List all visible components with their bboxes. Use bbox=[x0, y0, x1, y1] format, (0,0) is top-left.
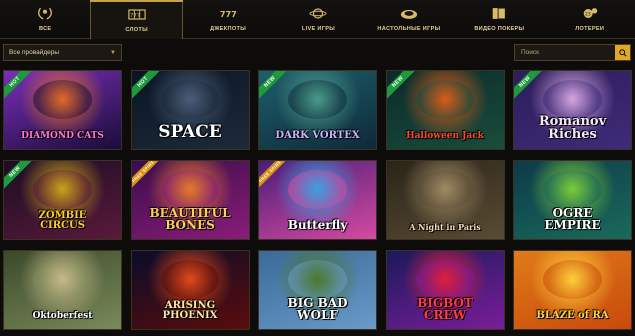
game-title: DIAMOND CATS bbox=[21, 131, 104, 141]
game-tile[interactable]: BLAZE of RA bbox=[513, 250, 632, 330]
game-artwork bbox=[543, 260, 602, 300]
game-artwork bbox=[33, 170, 92, 210]
game-artwork bbox=[543, 170, 602, 210]
game-artwork bbox=[415, 260, 475, 300]
tab-jackpot-777[interactable]: 777 ДЖЕКПОТЫ bbox=[183, 0, 273, 38]
game-title: Oktoberfest bbox=[32, 311, 93, 321]
game-artwork bbox=[288, 80, 347, 120]
game-artwork bbox=[160, 260, 220, 300]
svg-text:777: 777 bbox=[220, 9, 237, 19]
game-tile[interactable]: DIAMOND CATS HOT bbox=[3, 70, 122, 150]
tab-label: ВИДЕО ПОКЕРЫ bbox=[474, 26, 525, 32]
roulette-icon bbox=[399, 5, 419, 21]
game-title: ARISING PHOENIX bbox=[162, 300, 218, 321]
tab-label: ДЖЕКПОТЫ bbox=[210, 26, 246, 32]
game-tile[interactable]: BEAUTIFUL BONES FREE SPINS bbox=[130, 160, 250, 240]
chevron-down-icon: ▼ bbox=[110, 50, 116, 56]
tab-label: НАСТОЛЬНЫЕ ИГРЫ bbox=[377, 26, 441, 32]
tab-laurel[interactable]: ВСЕ bbox=[0, 0, 90, 38]
tab-label: LIVE ИГРЫ bbox=[301, 26, 336, 32]
game-tile[interactable]: Butterfly FREE SPINS bbox=[258, 160, 377, 240]
laurel-icon bbox=[35, 5, 55, 21]
game-tile[interactable]: Halloween Jack NEW bbox=[385, 70, 505, 150]
game-badge: NEW bbox=[4, 161, 36, 193]
game-tile[interactable]: ZOMBIE CIRCUS NEW bbox=[3, 160, 122, 240]
game-title: SPACE bbox=[158, 122, 222, 142]
svg-text:23: 23 bbox=[585, 11, 591, 17]
game-tile[interactable]: Romanov Riches NEW bbox=[513, 70, 632, 150]
tab-label: ЛОТЕРЕИ bbox=[575, 26, 605, 32]
tab-live-globe[interactable]: LIVE ИГРЫ bbox=[273, 0, 363, 38]
game-artwork bbox=[160, 170, 220, 210]
live-globe-icon bbox=[308, 5, 328, 21]
lottery-balls-icon: 23 bbox=[580, 5, 600, 21]
game-badge: NEW bbox=[514, 71, 546, 103]
game-tile[interactable]: Oktoberfest bbox=[3, 250, 122, 330]
tab-label: СЛОТЫ bbox=[125, 27, 148, 33]
game-title: Romanov Riches bbox=[538, 114, 607, 142]
slot-reels-icon: 777 bbox=[127, 6, 147, 22]
provider-select-value: Все провайдеры bbox=[9, 49, 60, 56]
game-title: Butterfly bbox=[287, 218, 348, 232]
game-artwork bbox=[33, 260, 92, 300]
game-tile[interactable]: OGRE EMPIRE bbox=[513, 160, 632, 240]
game-title: A Night in Paris bbox=[409, 222, 481, 232]
game-tile[interactable]: ARISING PHOENIX bbox=[130, 250, 250, 330]
game-artwork bbox=[33, 80, 92, 120]
search-button[interactable] bbox=[615, 45, 630, 60]
tab-label: ВСЕ bbox=[38, 26, 52, 32]
game-artwork bbox=[288, 260, 347, 300]
game-title: BIGBOT CREW bbox=[417, 296, 473, 322]
game-title: BEAUTIFUL BONES bbox=[149, 206, 231, 232]
game-tile[interactable]: BIGBOT CREW bbox=[385, 250, 505, 330]
cards-icon bbox=[489, 5, 509, 21]
tab-roulette[interactable]: НАСТОЛЬНЫЕ ИГРЫ bbox=[364, 0, 454, 38]
game-artwork bbox=[415, 170, 475, 210]
game-title: OGRE EMPIRE bbox=[544, 206, 601, 232]
game-badge: HOT bbox=[4, 71, 36, 103]
svg-text:777: 777 bbox=[130, 13, 140, 19]
game-artwork bbox=[160, 80, 220, 120]
search-box bbox=[514, 44, 631, 61]
game-tile[interactable]: DARK VORTEX NEW bbox=[258, 70, 377, 150]
game-title: BLAZE of RA bbox=[536, 310, 609, 321]
tab-slot-reels[interactable]: 777 СЛОТЫ bbox=[90, 0, 184, 39]
game-badge: NEW bbox=[386, 71, 419, 103]
game-badge: FREE SPINS bbox=[131, 161, 163, 192]
category-nav: ВСЕ 777 СЛОТЫ 777 ДЖЕКПОТЫ LIVE ИГРЫ НАСТОЛЬНЫ… bbox=[0, 0, 635, 39]
game-badge: HOT bbox=[131, 71, 164, 103]
tab-lottery-balls[interactable]: 23 ЛОТЕРЕИ bbox=[545, 0, 635, 38]
tab-cards[interactable]: ВИДЕО ПОКЕРЫ bbox=[454, 0, 544, 38]
game-tile[interactable]: A Night in Paris bbox=[385, 160, 505, 240]
game-tile[interactable]: SPACE HOT bbox=[130, 70, 250, 150]
search-input[interactable] bbox=[515, 45, 615, 60]
jackpot-777-icon: 777 bbox=[218, 5, 238, 21]
game-artwork bbox=[415, 80, 475, 120]
game-artwork bbox=[288, 170, 347, 210]
game-badge: NEW bbox=[259, 71, 291, 103]
game-title: Halloween Jack bbox=[406, 131, 484, 141]
provider-select[interactable]: Все провайдеры ▼ bbox=[3, 44, 122, 61]
game-title: ZOMBIE CIRCUS bbox=[38, 210, 87, 231]
game-grid: DIAMOND CATS HOT SPACE HOT DARK VORTEX NEW Hal… bbox=[3, 70, 632, 330]
game-title: BIG BAD WOLF bbox=[287, 296, 348, 322]
game-title: DARK VORTEX bbox=[275, 130, 360, 141]
game-tile[interactable]: BIG BAD WOLF bbox=[258, 250, 377, 330]
game-badge: FREE SPINS bbox=[259, 161, 291, 192]
search-icon bbox=[618, 48, 627, 57]
